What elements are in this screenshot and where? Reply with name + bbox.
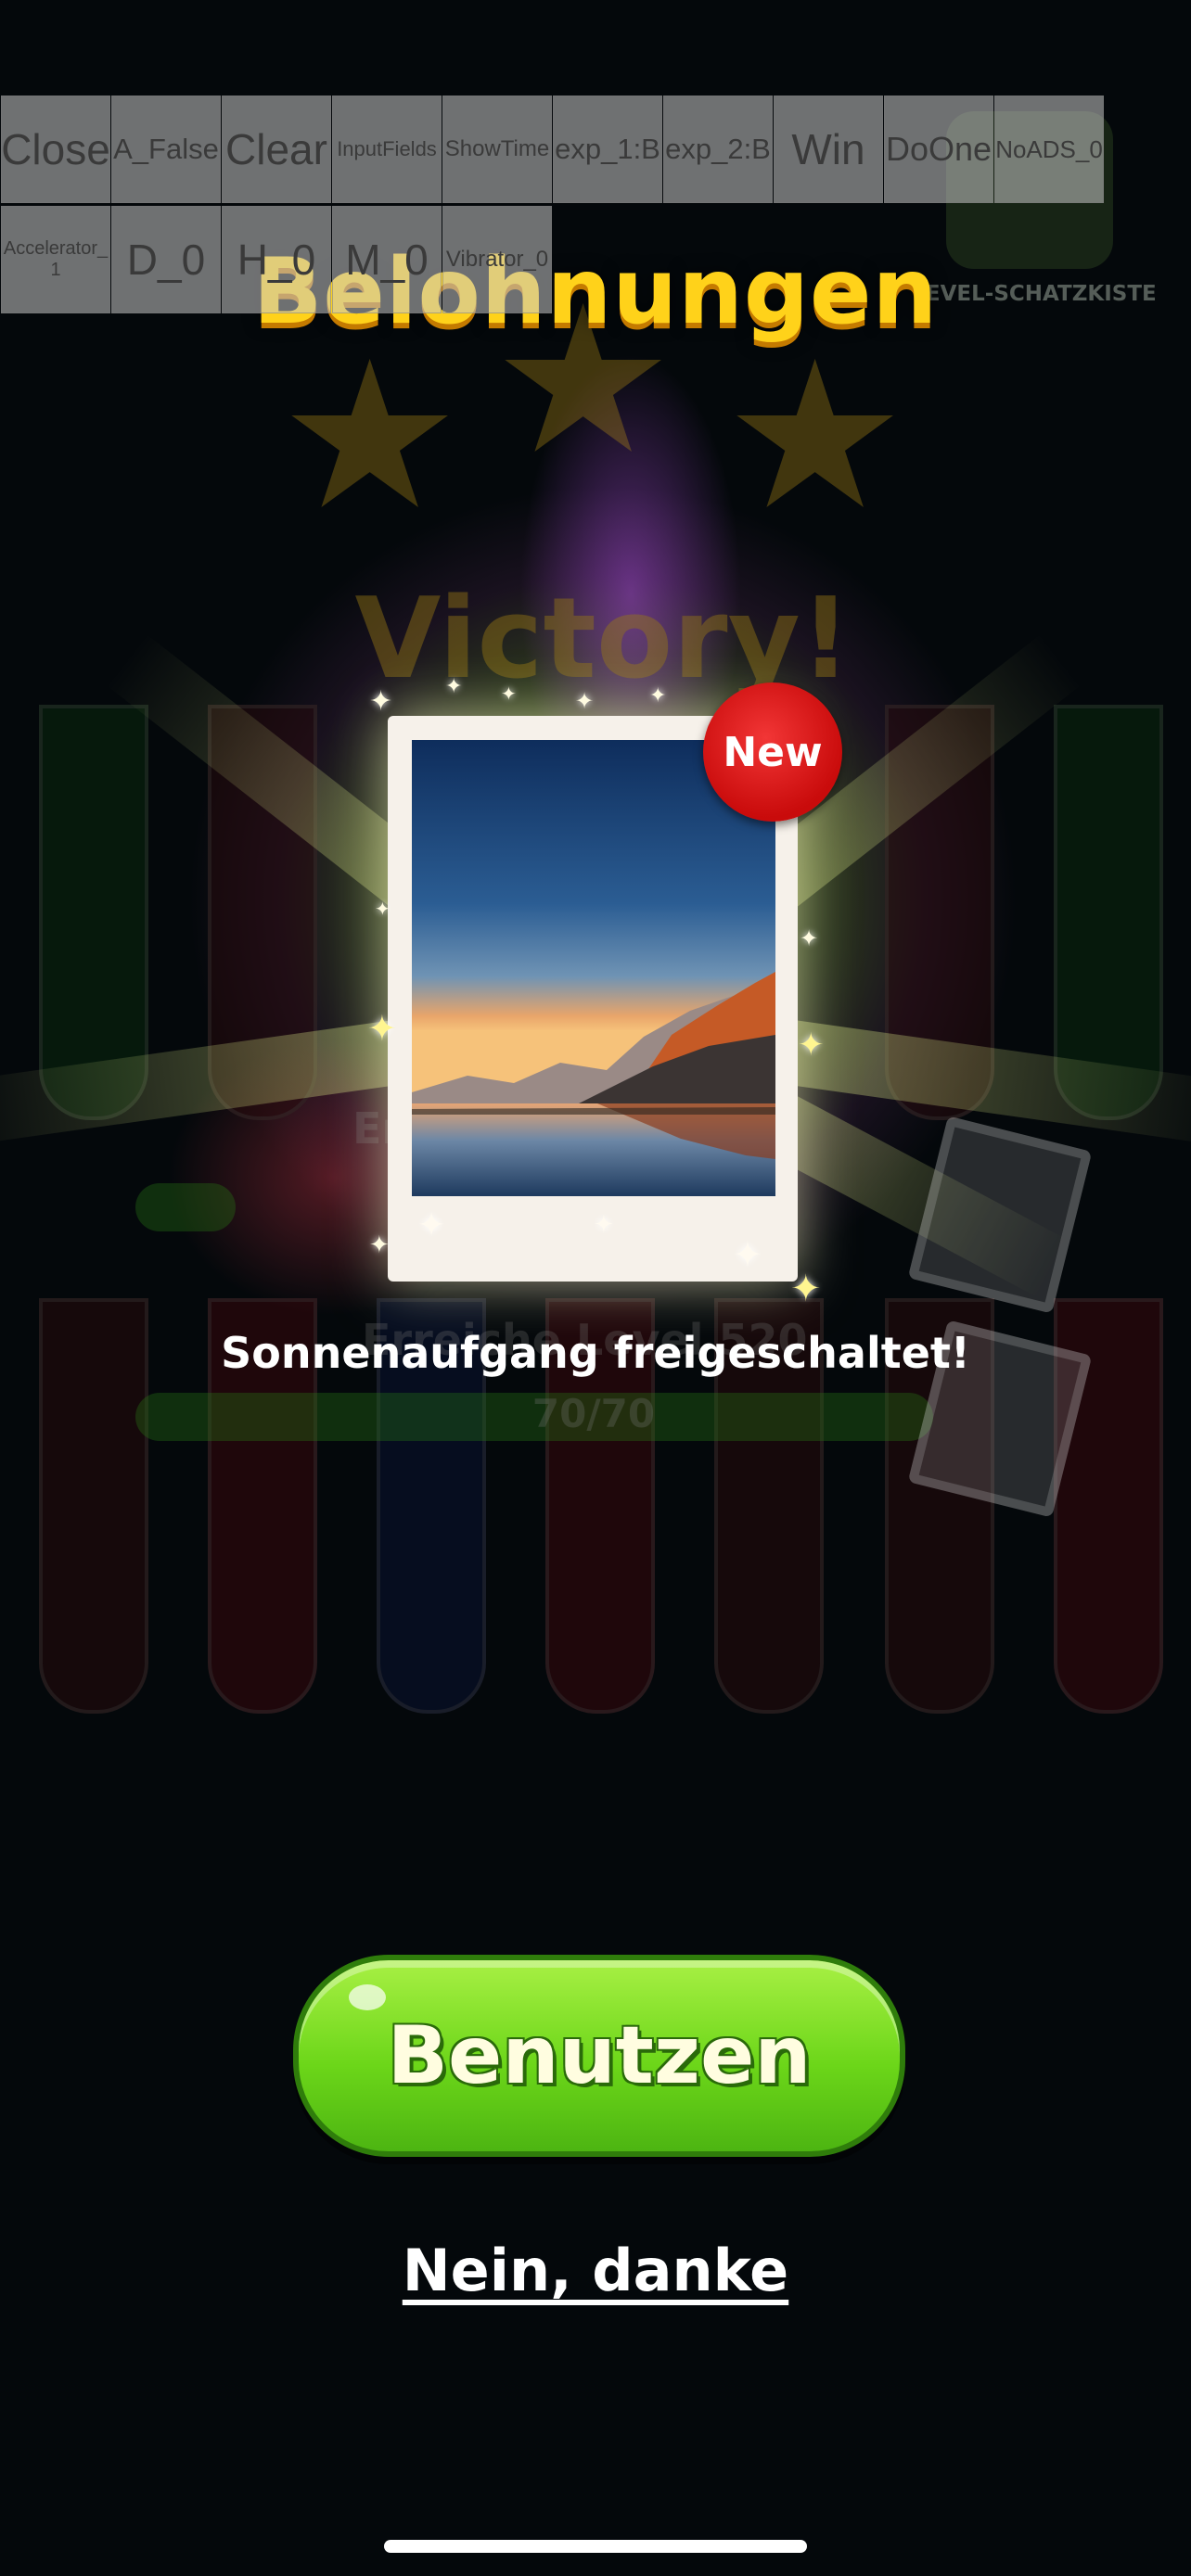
debug-inputfields-button[interactable]: InputFields — [332, 96, 442, 203]
unlock-caption: Sonnenaufgang freigeschaltet! — [221, 1328, 970, 1378]
no-thanks-button[interactable]: Nein, danke — [0, 2237, 1191, 2304]
sparkle-icon: ✦ — [798, 1027, 825, 1064]
debug-doone-button[interactable]: DoOne — [884, 96, 993, 203]
debug-vibrator-button[interactable]: Vibrator_0 — [442, 206, 552, 313]
progress-label: 70/70 — [531, 1391, 656, 1436]
star-icon: ★ — [278, 317, 462, 555]
debug-a-false-button[interactable]: A_False — [111, 96, 221, 203]
debug-exp2-button[interactable]: exp_2:B — [663, 96, 773, 203]
sparkle-icon: ✦ — [501, 682, 517, 705]
sparkle-icon: ✦ — [733, 1234, 762, 1275]
star-icon: ★ — [724, 317, 907, 555]
use-button-label: Benutzen — [387, 2009, 812, 2102]
debug-accelerator-button[interactable]: Accelerator_1 — [1, 206, 110, 313]
sparkle-icon: ✦ — [367, 1008, 397, 1049]
sparkle-icon: ✦ — [800, 925, 819, 951]
sparkle-icon: ✦ — [369, 685, 393, 718]
sparkle-icon: ✦ — [375, 898, 391, 920]
debug-close-button[interactable]: Close — [1, 96, 110, 203]
use-button[interactable]: Benutzen — [293, 1955, 905, 2157]
button-highlight — [349, 1984, 386, 2010]
sunrise-photo — [412, 740, 775, 1196]
sparkle-icon: ✦ — [649, 684, 667, 708]
sparkle-icon: ✦ — [417, 1206, 446, 1244]
debug-noads-button[interactable]: NoADS_0 — [994, 96, 1104, 203]
debug-m-button[interactable]: M_0 — [332, 206, 442, 313]
progress-fill — [135, 1183, 236, 1231]
debug-showtime-button[interactable]: ShowTime — [442, 96, 552, 203]
sparkle-icon: ✦ — [369, 1231, 390, 1259]
debug-exp1-button[interactable]: exp_1:B — [553, 96, 662, 203]
sparkle-icon: ✦ — [575, 688, 595, 714]
sparkle-icon: ✦ — [594, 1211, 614, 1239]
debug-clear-button[interactable]: Clear — [222, 96, 331, 203]
debug-d-button[interactable]: D_0 — [111, 206, 221, 313]
new-badge: New — [703, 682, 842, 822]
background-scene: ★ ★ ★ Victory! Erreiche Level 520 Erreic… — [0, 0, 1191, 2576]
debug-h-button[interactable]: H_0 — [222, 206, 331, 313]
sparkle-icon: ✦ — [790, 1268, 822, 1310]
home-indicator[interactable] — [384, 2540, 807, 2553]
debug-win-button[interactable]: Win — [774, 96, 883, 203]
tube — [1054, 705, 1163, 1120]
sparkle-icon: ✦ — [445, 675, 463, 698]
